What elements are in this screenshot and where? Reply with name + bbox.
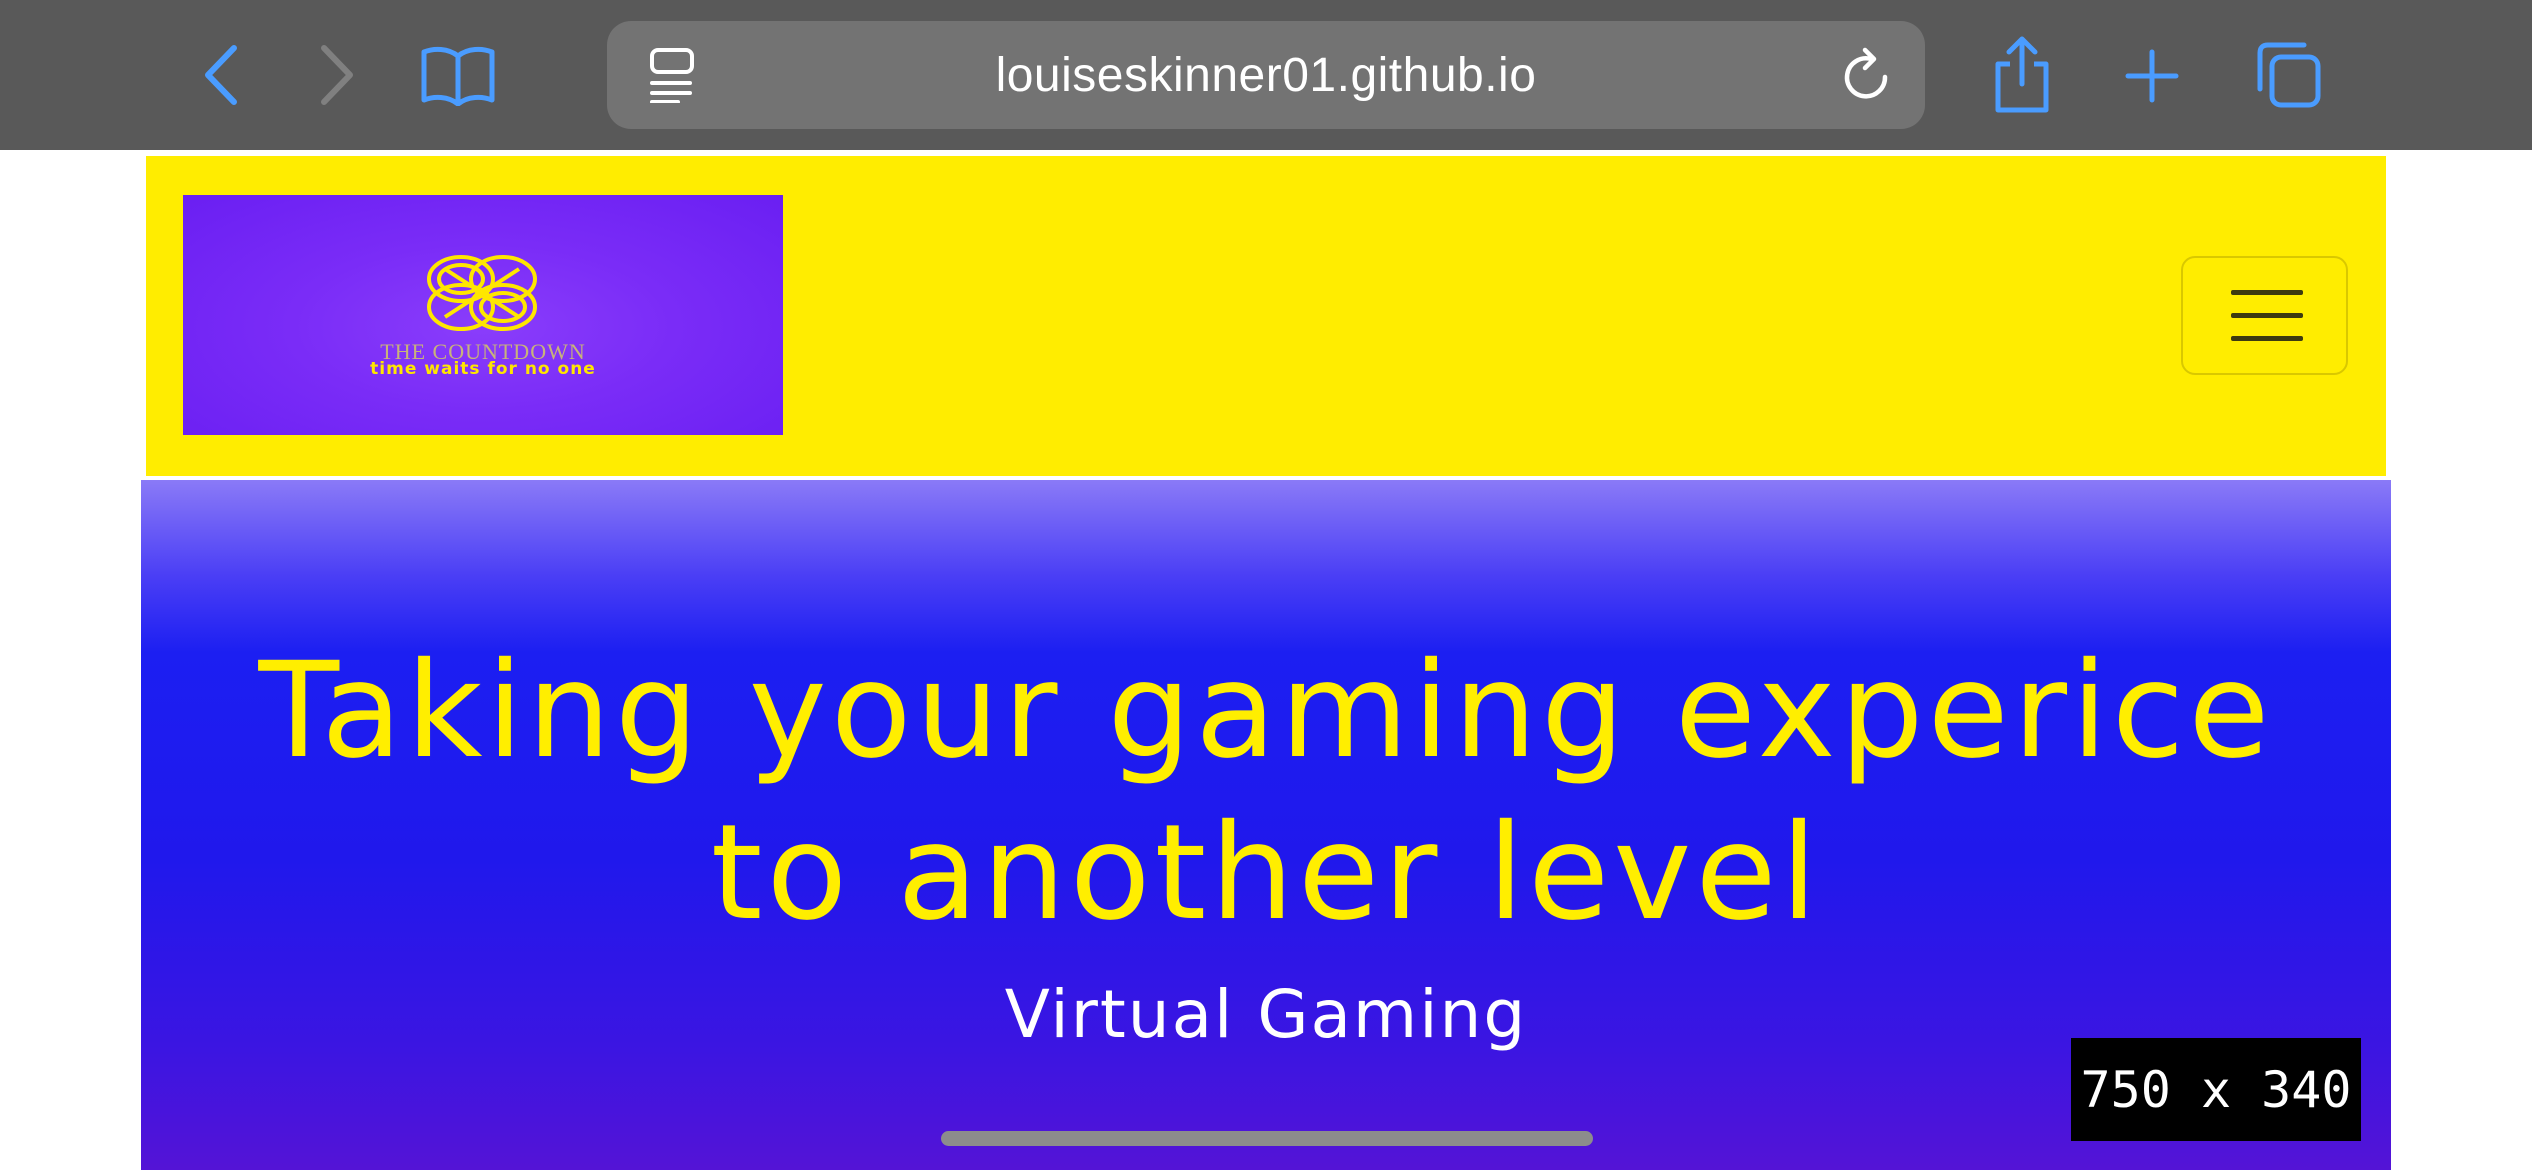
reload-icon[interactable] <box>1839 47 1895 103</box>
chevron-right-icon[interactable] <box>312 40 362 110</box>
hamburger-line <box>2231 336 2303 341</box>
logo-tagline: time waits for no one <box>370 359 596 379</box>
share-icon[interactable] <box>1990 32 2054 116</box>
site-logo[interactable]: THE COUNTDOWN time waits for no one <box>183 195 783 435</box>
hero-subtitle: Virtual Gaming <box>1004 976 1528 1053</box>
hamburger-line <box>2231 290 2303 295</box>
browser-toolbar: louiseskinner01.github.io <box>0 0 2532 150</box>
address-bar[interactable]: louiseskinner01.github.io <box>607 21 1925 129</box>
hero-title: Taking your gaming experice to another l… <box>141 630 2391 954</box>
tabs-icon[interactable] <box>2250 40 2326 112</box>
url-text[interactable]: louiseskinner01.github.io <box>607 21 1925 129</box>
book-icon[interactable] <box>418 40 498 110</box>
hero-title-line-2: to another level <box>710 796 1822 950</box>
hero-section: Taking your gaming experice to another l… <box>141 480 2391 1170</box>
chevron-left-icon[interactable] <box>196 40 246 110</box>
viewport-size-badge: 750 x 340 <box>2071 1038 2361 1141</box>
home-indicator[interactable] <box>941 1131 1593 1146</box>
hero-title-line-1: Taking your gaming experice <box>258 634 2274 788</box>
infinity-knot-logo-icon <box>427 255 537 331</box>
plus-icon[interactable] <box>2120 44 2184 108</box>
hamburger-menu-icon[interactable] <box>2181 256 2348 375</box>
hamburger-line <box>2231 313 2303 318</box>
